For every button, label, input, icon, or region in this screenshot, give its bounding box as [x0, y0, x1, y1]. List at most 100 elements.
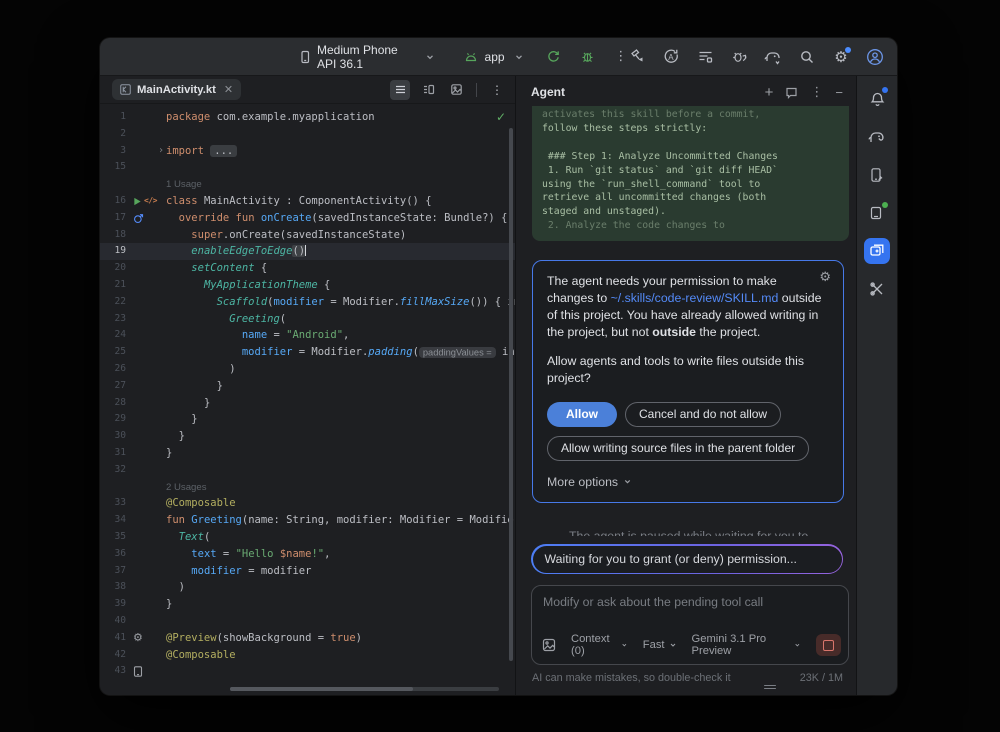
device-selector[interactable]: Medium Phone API 36.1	[298, 43, 437, 71]
gutter-icons	[128, 176, 166, 193]
code-line-25[interactable]: 25 modifier = Modifier.padding(paddingVa…	[100, 344, 515, 361]
close-icon[interactable]: ✕	[224, 83, 233, 96]
todo-list-icon[interactable]	[696, 48, 714, 66]
code-line-39[interactable]: 39}	[100, 596, 515, 613]
preview-settings-icon[interactable]: ⚙	[133, 630, 143, 647]
fold-arrow-icon[interactable]: ›	[158, 143, 164, 160]
code-line-21[interactable]: 21 MyApplicationTheme {	[100, 277, 515, 294]
code-line-32[interactable]: 32	[100, 462, 515, 479]
code-line-29[interactable]: 29 }	[100, 411, 515, 428]
code-line-38[interactable]: 38 )	[100, 579, 515, 596]
preview-device-icon[interactable]	[133, 666, 143, 677]
allow-button[interactable]: Allow	[547, 402, 617, 427]
code-line-43[interactable]: 43	[100, 663, 515, 680]
line-number: 1	[100, 109, 128, 126]
code-editor[interactable]: 1package com.example.myapplication23›imp…	[100, 104, 515, 695]
code-line-33[interactable]: 33@Composable	[100, 495, 515, 512]
more-vertical-icon[interactable]: ⋮	[614, 48, 628, 66]
code-line-36[interactable]: 36 text = "Hello $name!",	[100, 546, 515, 563]
gutter-icons	[128, 260, 166, 277]
code-line-41[interactable]: 41⚙@Preview(showBackground = true)	[100, 630, 515, 647]
code-line-27[interactable]: 27 }	[100, 378, 515, 395]
code-line-1[interactable]: 1package com.example.myapplication	[100, 109, 515, 126]
speed-dropdown[interactable]: Fast	[643, 639, 677, 651]
code-line-23[interactable]: 23 Greeting(	[100, 311, 515, 328]
rerun-icon[interactable]	[546, 48, 561, 66]
editor-vertical-scrollbar[interactable]	[509, 128, 513, 661]
code-line-24[interactable]: 24 name = "Android",	[100, 327, 515, 344]
settings-gear-icon[interactable]: ⚙	[832, 48, 850, 66]
attach-image-icon[interactable]	[542, 638, 556, 652]
code-line-30[interactable]: 30 }	[100, 428, 515, 445]
design-view-icon[interactable]	[446, 80, 466, 100]
stop-button[interactable]	[816, 634, 841, 656]
code-line-40[interactable]: 40	[100, 613, 515, 630]
code-text: MyApplicationTheme {	[166, 277, 515, 294]
code-text: }	[166, 378, 515, 395]
usage-hint-row[interactable]: 2 Usages	[100, 479, 515, 496]
line-number: 39	[100, 596, 128, 613]
debug-restart-icon[interactable]	[730, 48, 748, 66]
model-dropdown[interactable]: Gemini 3.1 Pro Preview	[692, 633, 801, 657]
notifications-bell-icon[interactable]	[864, 86, 890, 112]
chat-history-icon[interactable]	[785, 86, 798, 99]
code-line-28[interactable]: 28 }	[100, 395, 515, 412]
run-class-icon[interactable]	[133, 197, 142, 206]
gradle-elephant-icon[interactable]	[864, 124, 890, 150]
code-line-37[interactable]: 37 modifier = modifier	[100, 563, 515, 580]
compose-preview-icon[interactable]: </>	[144, 193, 157, 210]
cancel-button[interactable]: Cancel and do not allow	[625, 402, 781, 427]
split-view-icon[interactable]	[418, 80, 438, 100]
gutter-icons	[128, 159, 166, 176]
gutter-icons	[128, 613, 166, 630]
more-options-button[interactable]: More options	[547, 475, 829, 489]
context-dropdown[interactable]: Context (0)	[571, 633, 628, 657]
resize-grip-icon[interactable]	[764, 683, 776, 691]
new-chat-icon[interactable]: +	[765, 84, 774, 101]
code-line-2[interactable]: 2	[100, 126, 515, 143]
agent-conversation[interactable]: activates this skill before a commit,fol…	[516, 106, 856, 536]
debug-bug-icon[interactable]	[580, 48, 595, 66]
inspection-ok-icon[interactable]: ✓	[496, 110, 506, 124]
ai-assist-icon[interactable]: A	[662, 48, 680, 66]
code-line-42[interactable]: 42@Composable	[100, 647, 515, 664]
app-insights-icon[interactable]	[864, 276, 890, 302]
build-run-icon[interactable]	[628, 48, 646, 66]
code-line-20[interactable]: 20 setContent {	[100, 260, 515, 277]
profile-avatar-icon[interactable]	[866, 48, 884, 66]
permission-settings-icon[interactable]: ⚙	[819, 270, 831, 285]
code-text: enableEdgeToEdge()	[166, 243, 515, 260]
code-line-17[interactable]: 17 override fun onCreate(savedInstanceSt…	[100, 210, 515, 227]
code-line-35[interactable]: 35 Text(	[100, 529, 515, 546]
device-manager-icon[interactable]	[864, 200, 890, 226]
code-text: @Composable	[166, 495, 515, 512]
code-line-34[interactable]: 34fun Greeting(name: String, modifier: M…	[100, 512, 515, 529]
more-vertical-icon[interactable]: ⋮	[810, 85, 823, 100]
code-line-18[interactable]: 18 super.onCreate(savedInstanceState)	[100, 227, 515, 244]
skill-file-link[interactable]: ~/.skills/code-review/SKILL.md	[611, 291, 779, 305]
code-line-19[interactable]: 19 enableEdgeToEdge()	[100, 243, 515, 260]
code-line-22[interactable]: 22 Scaffold(modifier = Modifier.fillMaxS…	[100, 294, 515, 311]
editor-horizontal-scrollbar[interactable]	[230, 687, 499, 691]
agent-chat-icon[interactable]	[864, 238, 890, 264]
tab-mainactivity[interactable]: MainActivity.kt ✕	[112, 79, 241, 100]
code-line-31[interactable]: 31}	[100, 445, 515, 462]
code-line-26[interactable]: 26 )	[100, 361, 515, 378]
minimize-icon[interactable]: −	[835, 85, 843, 100]
line-number: 22	[100, 294, 128, 311]
run-configuration[interactable]: app	[462, 48, 528, 66]
waiting-permission-text: Waiting for you to grant (or deny) permi…	[545, 552, 797, 566]
code-line-3[interactable]: 3›import ...	[100, 143, 515, 160]
usage-hint-row[interactable]: 1 Usage	[100, 176, 515, 193]
code-line-15[interactable]: 15	[100, 159, 515, 176]
search-icon[interactable]	[798, 48, 816, 66]
gradle-sync-icon[interactable]	[764, 48, 782, 66]
more-vertical-icon[interactable]: ⋮	[487, 80, 507, 100]
code-view-icon[interactable]	[390, 80, 410, 100]
overrides-method-icon[interactable]	[133, 213, 144, 224]
code-line-16[interactable]: 16</>class MainActivity : ComponentActiv…	[100, 193, 515, 210]
agent-input-box[interactable]: Modify or ask about the pending tool cal…	[531, 585, 849, 665]
running-devices-icon[interactable]	[864, 162, 890, 188]
allow-parent-folder-button[interactable]: Allow writing source files in the parent…	[547, 436, 809, 461]
code-text: Text(	[166, 529, 515, 546]
